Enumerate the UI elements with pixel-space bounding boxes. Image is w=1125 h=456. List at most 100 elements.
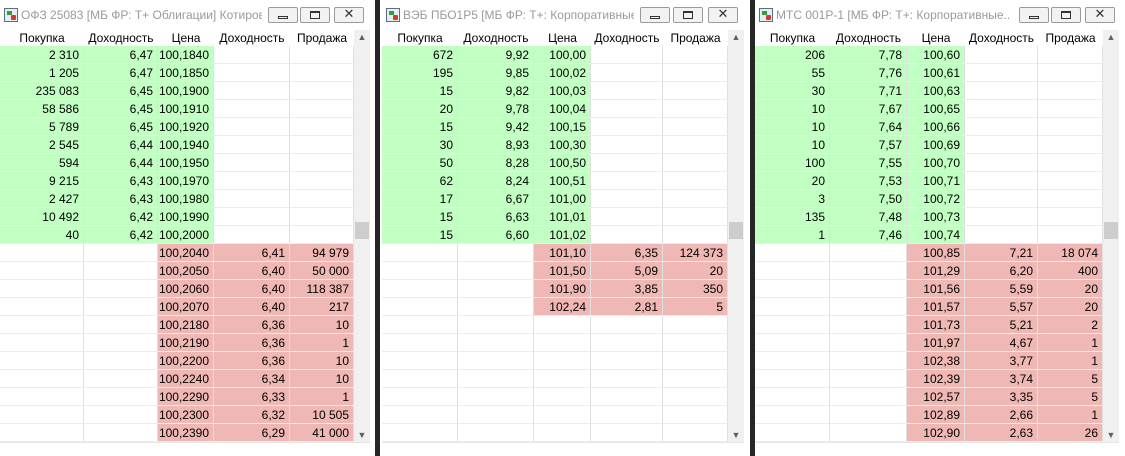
bid-quantity[interactable]: 30 (382, 136, 458, 154)
ask-quantity[interactable]: 5 (1038, 388, 1103, 406)
bid-yield[interactable]: 9,82 (458, 82, 534, 100)
ask-quantity[interactable]: 20 (1038, 298, 1103, 316)
bid-yield[interactable]: 9,42 (458, 118, 534, 136)
ask-row[interactable]: 100,2290 6,33 1 (0, 388, 354, 406)
bid-yield[interactable]: 6,45 (84, 118, 158, 136)
ask-row[interactable]: 102,89 2,66 1 (755, 406, 1103, 424)
bid-row[interactable]: 235 083 6,45 100,1900 (0, 82, 354, 100)
ask-quantity[interactable]: 124 373 (663, 244, 728, 262)
ask-quantity[interactable]: 5 (1038, 370, 1103, 388)
scroll-up-icon[interactable]: ▲ (1103, 30, 1119, 44)
bid-quantity[interactable]: 10 (755, 100, 830, 118)
bid-price[interactable]: 100,1950 (158, 154, 214, 172)
ask-row[interactable]: 100,2060 6,40 118 387 (0, 280, 354, 298)
bid-price[interactable]: 101,01 (534, 208, 591, 226)
bid-quantity[interactable]: 50 (382, 154, 458, 172)
bid-row[interactable]: 10 7,67 100,65 (755, 100, 1103, 118)
header-price[interactable]: Цена (158, 30, 214, 46)
ask-price[interactable]: 100,2390 (158, 424, 214, 442)
bid-price[interactable]: 101,02 (534, 226, 591, 244)
bid-row[interactable]: 10 492 6,42 100,1990 (0, 208, 354, 226)
header-ask-qty[interactable]: Продажа (1038, 30, 1103, 46)
bid-row[interactable]: 55 7,76 100,61 (755, 64, 1103, 82)
bid-row[interactable]: 20 7,53 100,71 (755, 172, 1103, 190)
bid-row[interactable]: 58 586 6,45 100,1910 (0, 100, 354, 118)
title-bar[interactable]: МТС 001Р-1 [МБ ФР: Т+: Корпоративные... ✕ (755, 0, 1125, 30)
ask-price[interactable]: 101,50 (534, 262, 591, 280)
bid-yield[interactable]: 7,50 (830, 190, 907, 208)
minimize-button[interactable] (640, 7, 670, 23)
ask-row[interactable]: 100,2390 6,29 41 000 (0, 424, 354, 442)
ask-yield[interactable]: 5,57 (965, 298, 1038, 316)
ask-yield[interactable]: 2,66 (965, 406, 1038, 424)
bid-yield[interactable]: 7,71 (830, 82, 907, 100)
ask-yield[interactable]: 6,29 (214, 424, 290, 442)
ask-quantity[interactable]: 26 (1038, 424, 1103, 442)
bid-yield[interactable]: 6,47 (84, 64, 158, 82)
ask-price[interactable]: 100,2240 (158, 370, 214, 388)
minimize-button[interactable] (268, 7, 298, 23)
ask-row[interactable]: 102,24 2,81 5 (382, 298, 728, 316)
scroll-up-icon[interactable]: ▲ (728, 30, 744, 44)
bid-price[interactable]: 101,00 (534, 190, 591, 208)
bid-price[interactable]: 100,71 (907, 172, 965, 190)
ask-row[interactable]: 100,2180 6,36 10 (0, 316, 354, 334)
ask-quantity[interactable]: 5 (663, 298, 728, 316)
bid-row[interactable]: 5 789 6,45 100,1920 (0, 118, 354, 136)
bid-row[interactable]: 40 6,42 100,2000 (0, 226, 354, 244)
bid-price[interactable]: 100,73 (907, 208, 965, 226)
ask-quantity[interactable]: 1 (1038, 406, 1103, 424)
ask-quantity[interactable]: 1 (1038, 334, 1103, 352)
bid-row[interactable]: 17 6,67 101,00 (382, 190, 728, 208)
bid-quantity[interactable]: 2 310 (0, 46, 84, 64)
bid-yield[interactable]: 6,42 (84, 226, 158, 244)
bid-row[interactable]: 1 205 6,47 100,1850 (0, 64, 354, 82)
bid-quantity[interactable]: 5 789 (0, 118, 84, 136)
bid-row[interactable]: 594 6,44 100,1950 (0, 154, 354, 172)
bid-quantity[interactable]: 20 (755, 172, 830, 190)
ask-yield[interactable]: 6,33 (214, 388, 290, 406)
scroll-thumb[interactable] (355, 222, 369, 239)
ask-price[interactable]: 100,2300 (158, 406, 214, 424)
header-ask-yield[interactable]: Доходность (214, 30, 290, 46)
ask-yield[interactable]: 2,81 (591, 298, 663, 316)
vertical-scrollbar[interactable]: ▲ ▼ (1103, 30, 1119, 442)
bid-row[interactable]: 3 7,50 100,72 (755, 190, 1103, 208)
bid-row[interactable]: 62 8,24 100,51 (382, 172, 728, 190)
ask-row[interactable]: 100,85 7,21 18 074 (755, 244, 1103, 262)
ask-row[interactable]: 102,39 3,74 5 (755, 370, 1103, 388)
bid-price[interactable]: 100,1840 (158, 46, 214, 64)
bid-price[interactable]: 100,30 (534, 136, 591, 154)
ask-yield[interactable]: 7,21 (965, 244, 1038, 262)
maximize-button[interactable] (300, 7, 330, 23)
bid-yield[interactable]: 9,92 (458, 46, 534, 64)
bid-price[interactable]: 100,69 (907, 136, 965, 154)
bid-yield[interactable]: 6,45 (84, 100, 158, 118)
header-bid-yield[interactable]: Доходность (830, 30, 907, 46)
bid-yield[interactable]: 7,48 (830, 208, 907, 226)
ask-yield[interactable]: 4,67 (965, 334, 1038, 352)
scroll-thumb[interactable] (729, 222, 743, 239)
ask-price[interactable]: 102,24 (534, 298, 591, 316)
ask-quantity[interactable]: 10 (290, 316, 354, 334)
scroll-down-icon[interactable]: ▼ (728, 428, 744, 442)
bid-yield[interactable]: 7,67 (830, 100, 907, 118)
ask-price[interactable]: 102,39 (907, 370, 965, 388)
bid-price[interactable]: 100,1990 (158, 208, 214, 226)
ask-row[interactable]: 102,90 2,63 26 (755, 424, 1103, 442)
bid-row[interactable]: 10 7,57 100,69 (755, 136, 1103, 154)
ask-quantity[interactable]: 2 (1038, 316, 1103, 334)
bid-yield[interactable]: 6,60 (458, 226, 534, 244)
ask-quantity[interactable]: 350 (663, 280, 728, 298)
bid-yield[interactable]: 7,55 (830, 154, 907, 172)
ask-row[interactable]: 101,97 4,67 1 (755, 334, 1103, 352)
bid-row[interactable]: 30 8,93 100,30 (382, 136, 728, 154)
bid-row[interactable]: 672 9,92 100,00 (382, 46, 728, 64)
ask-price[interactable]: 101,10 (534, 244, 591, 262)
ask-quantity[interactable]: 10 (290, 370, 354, 388)
ask-yield[interactable]: 2,63 (965, 424, 1038, 442)
quote-window[interactable]: ВЭБ ПБО1Р5 [МБ ФР: Т+: Корпоративные... ✕… (382, 0, 746, 456)
bid-price[interactable]: 100,2000 (158, 226, 214, 244)
bid-yield[interactable]: 6,67 (458, 190, 534, 208)
ask-price[interactable]: 102,38 (907, 352, 965, 370)
